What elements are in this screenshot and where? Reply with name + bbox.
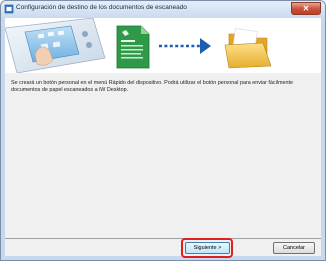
cancel-button[interactable]: Cancelar xyxy=(273,242,315,254)
dialog-body: Se creará un botón personal en el menú R… xyxy=(4,17,321,258)
app-icon xyxy=(4,4,14,14)
scanner-panel-icon xyxy=(4,17,106,74)
banner-illustration xyxy=(4,17,272,74)
dotted-arrow-icon xyxy=(159,38,211,54)
window-title: Configuración de destino de los document… xyxy=(16,4,187,11)
title-bar: Configuración de destino de los document… xyxy=(1,1,325,18)
footer-divider xyxy=(5,238,321,239)
close-button[interactable]: ✕ xyxy=(291,2,321,15)
next-button-highlight xyxy=(181,238,233,258)
description-text: Se creará un botón personal en el menú R… xyxy=(11,80,293,93)
dialog-window: Configuración de destino de los document… xyxy=(0,0,326,261)
document-icon xyxy=(116,25,150,69)
header-banner xyxy=(4,17,321,74)
folder-icon xyxy=(224,28,272,69)
